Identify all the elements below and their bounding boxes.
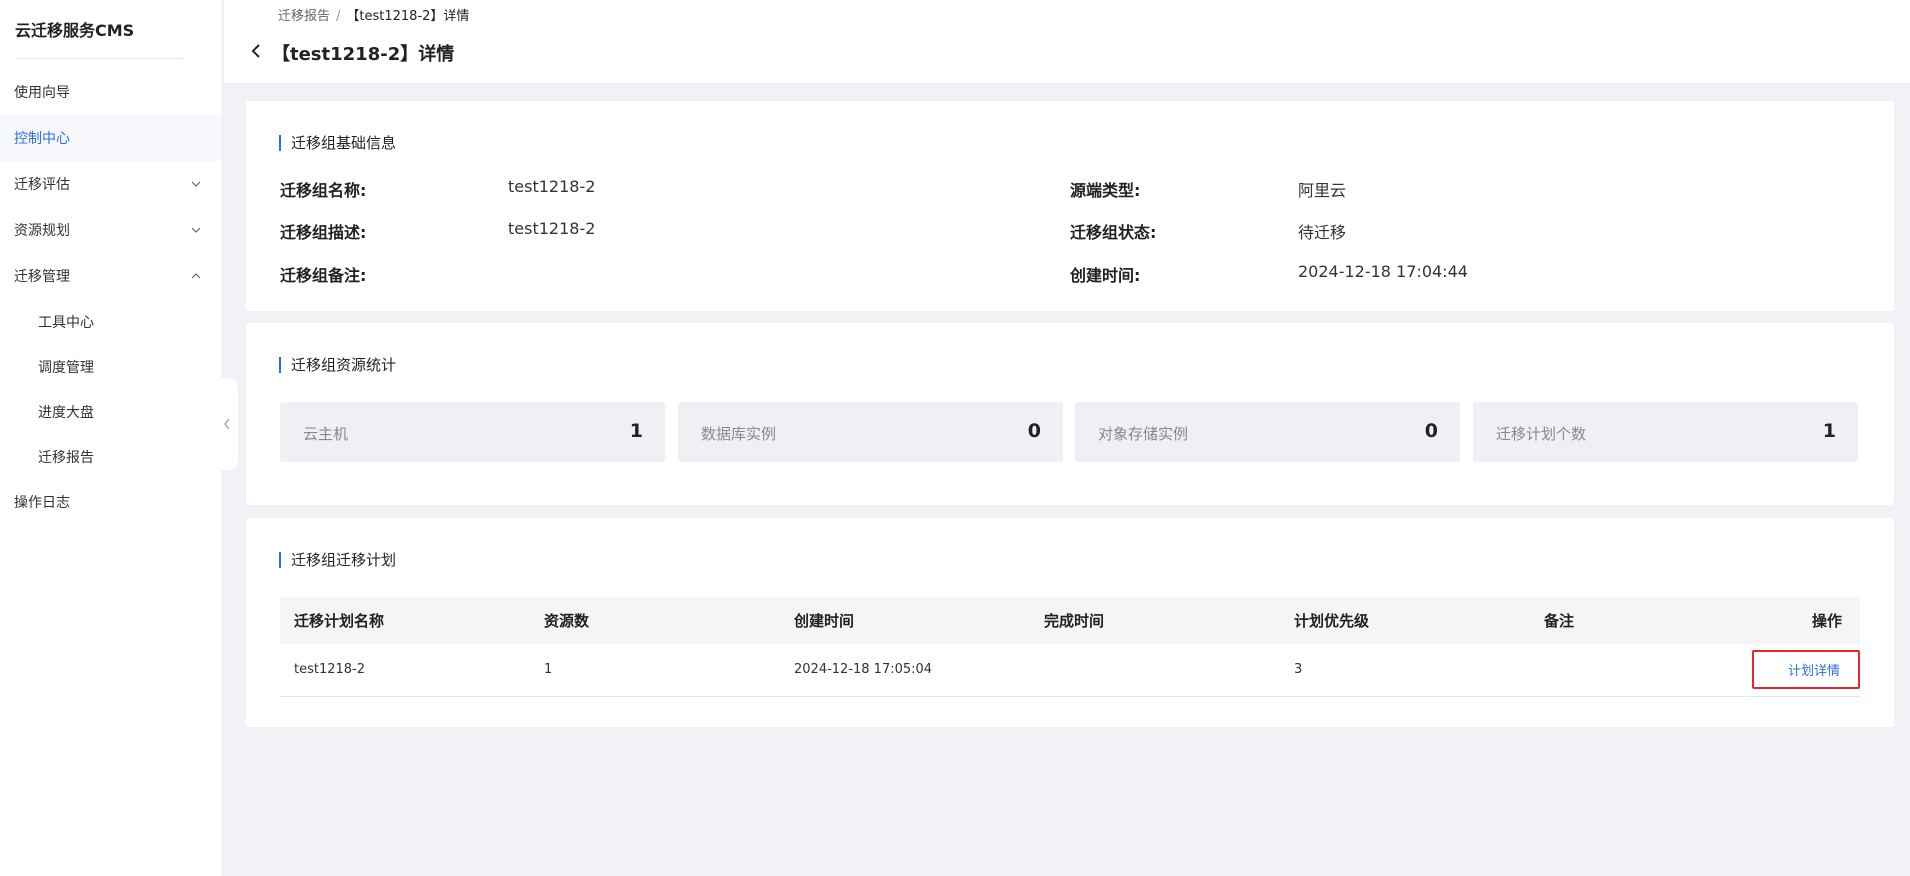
column-header: 创建时间 bbox=[780, 597, 1030, 644]
field-value: 阿里云 bbox=[1298, 181, 1347, 200]
sidebar-collapse-toggle[interactable] bbox=[216, 378, 238, 470]
sidebar-item-tool-center[interactable]: 工具中心 bbox=[0, 299, 222, 344]
sidebar-item-label: 调度管理 bbox=[38, 359, 94, 376]
plan-detail-link[interactable]: 计划详情 bbox=[1751, 650, 1860, 690]
sidebar-item-label: 操作日志 bbox=[14, 495, 70, 511]
chevron-up-icon bbox=[191, 273, 201, 279]
sidebar-nav: 使用向导 控制中心 迁移评估 资源规划 迁移管理 工具中心 调度管理 进度大盘 … bbox=[0, 69, 222, 525]
stat-value: 0 bbox=[1027, 420, 1041, 442]
sidebar-item-control-center[interactable]: 控制中心 bbox=[0, 115, 222, 161]
column-header: 备注 bbox=[1530, 597, 1700, 644]
field-label: 迁移组状态: bbox=[1070, 223, 1157, 242]
section-title: 迁移组基础信息 bbox=[279, 135, 396, 151]
section-title: 迁移组迁移计划 bbox=[279, 552, 396, 568]
breadcrumb-current: 【test1218-2】详情 bbox=[346, 9, 470, 24]
cell-priority: 3 bbox=[1280, 644, 1530, 697]
chevron-down-icon bbox=[191, 181, 201, 187]
stat-db-instance: 数据库实例 0 bbox=[678, 402, 1063, 462]
sidebar-item-label: 控制中心 bbox=[14, 131, 70, 147]
sidebar-item-label: 使用向导 bbox=[14, 85, 70, 101]
app-title: 云迁移服务CMS bbox=[15, 21, 135, 40]
breadcrumb: 迁移报告 / 【test1218-2】详情 bbox=[278, 5, 469, 24]
sidebar-item-operation-log[interactable]: 操作日志 bbox=[0, 479, 222, 525]
stat-value: 0 bbox=[1424, 420, 1438, 442]
chevron-left-icon bbox=[224, 418, 230, 430]
column-header: 完成时间 bbox=[1030, 597, 1280, 644]
page-header: 迁移报告 / 【test1218-2】详情 【test1218-2】详情 bbox=[224, 0, 1910, 83]
cell-actions: 计划详情 bbox=[1700, 644, 1860, 697]
sidebar: 云迁移服务CMS 使用向导 控制中心 迁移评估 资源规划 迁移管理 工具中心 调… bbox=[0, 0, 223, 876]
field-label: 源端类型: bbox=[1070, 181, 1141, 200]
section-title: 迁移组资源统计 bbox=[279, 357, 396, 373]
sidebar-item-label: 迁移评估 bbox=[14, 177, 70, 193]
field-value: test1218-2 bbox=[508, 219, 596, 238]
stat-vm: 云主机 1 bbox=[280, 402, 665, 462]
sidebar-item-label: 工具中心 bbox=[38, 314, 94, 331]
page-title: 【test1218-2】详情 bbox=[272, 44, 455, 65]
sidebar-item-label: 迁移报告 bbox=[38, 449, 94, 466]
field-value: 待迁移 bbox=[1298, 223, 1347, 242]
field-value: test1218-2 bbox=[508, 177, 596, 196]
field-value: 2024-12-18 17:04:44 bbox=[1298, 262, 1468, 281]
cell-plan-name: test1218-2 bbox=[280, 644, 530, 697]
stat-label: 对象存储实例 bbox=[1098, 425, 1189, 443]
divider bbox=[15, 58, 183, 59]
sidebar-item-label: 进度大盘 bbox=[38, 404, 94, 421]
sidebar-item-assessment[interactable]: 迁移评估 bbox=[0, 161, 222, 207]
column-header: 资源数 bbox=[530, 597, 780, 644]
table-header-row: 迁移计划名称 资源数 创建时间 完成时间 计划优先级 备注 操作 bbox=[280, 597, 1860, 644]
sidebar-item-migration-management[interactable]: 迁移管理 bbox=[0, 253, 222, 299]
back-arrow-icon[interactable] bbox=[248, 42, 266, 60]
cell-finished-time bbox=[1030, 644, 1280, 697]
column-header: 操作 bbox=[1700, 597, 1860, 644]
cell-resource-count: 1 bbox=[530, 644, 780, 697]
sidebar-item-label: 迁移管理 bbox=[14, 269, 70, 285]
stat-label: 云主机 bbox=[303, 425, 349, 443]
stat-value: 1 bbox=[629, 420, 643, 442]
stat-object-storage: 对象存储实例 0 bbox=[1075, 402, 1460, 462]
cell-created-time: 2024-12-18 17:05:04 bbox=[780, 644, 1030, 697]
sidebar-item-guide[interactable]: 使用向导 bbox=[0, 69, 222, 115]
field-label: 迁移组备注: bbox=[280, 266, 367, 285]
plans-card: 迁移组迁移计划 迁移计划名称 资源数 创建时间 完成时间 计划优先级 备注 操作… bbox=[246, 518, 1894, 727]
resource-stats-card: 迁移组资源统计 云主机 1 数据库实例 0 对象存储实例 0 迁移计划个数 1 bbox=[246, 323, 1894, 505]
plans-table: 迁移计划名称 资源数 创建时间 完成时间 计划优先级 备注 操作 test121… bbox=[280, 597, 1860, 697]
chevron-down-icon bbox=[191, 227, 201, 233]
column-header: 计划优先级 bbox=[1280, 597, 1530, 644]
sidebar-item-scheduling[interactable]: 调度管理 bbox=[0, 344, 222, 389]
stat-label: 迁移计划个数 bbox=[1496, 425, 1587, 443]
stat-value: 1 bbox=[1822, 420, 1836, 442]
breadcrumb-link[interactable]: 迁移报告 bbox=[278, 9, 330, 24]
field-label: 创建时间: bbox=[1070, 266, 1141, 285]
field-label: 迁移组名称: bbox=[280, 181, 367, 200]
basic-info-card: 迁移组基础信息 迁移组名称: test1218-2 迁移组描述: test121… bbox=[246, 101, 1894, 311]
stat-label: 数据库实例 bbox=[701, 425, 777, 443]
sidebar-item-resource-planning[interactable]: 资源规划 bbox=[0, 207, 222, 253]
breadcrumb-separator: / bbox=[336, 9, 341, 24]
field-label: 迁移组描述: bbox=[280, 223, 367, 242]
sidebar-item-migration-report[interactable]: 迁移报告 bbox=[0, 434, 222, 479]
sidebar-item-label: 资源规划 bbox=[14, 223, 70, 239]
cell-remark bbox=[1530, 644, 1700, 697]
stat-plan-count: 迁移计划个数 1 bbox=[1473, 402, 1858, 462]
sidebar-item-progress-dashboard[interactable]: 进度大盘 bbox=[0, 389, 222, 434]
column-header: 迁移计划名称 bbox=[280, 597, 530, 644]
table-row: test1218-2 1 2024-12-18 17:05:04 3 计划详情 bbox=[280, 644, 1860, 697]
